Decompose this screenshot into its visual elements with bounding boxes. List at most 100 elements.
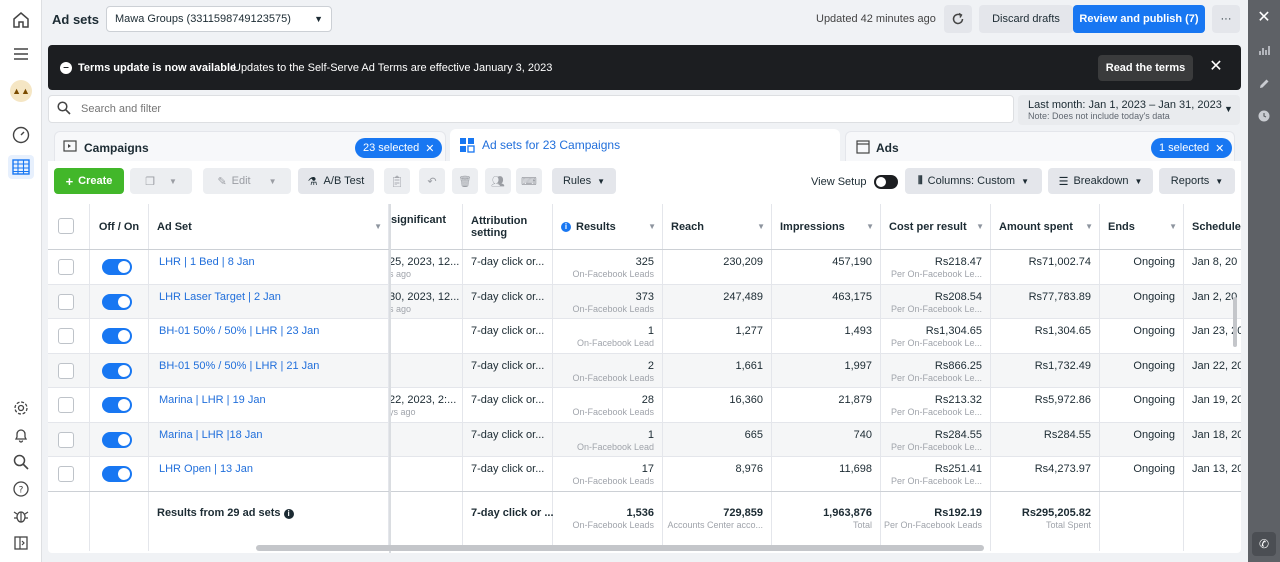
select-all-checkbox[interactable] <box>58 218 74 234</box>
table-row[interactable]: LHR Laser Target | 2 Jan 30, 2023, 12... s… <box>48 284 1241 319</box>
pencil-icon[interactable] <box>1256 78 1272 94</box>
audience-button[interactable]: 👥︎ <box>485 168 511 194</box>
date-range-picker[interactable]: Last month: Jan 1, 2023 – Jan 31, 2023 N… <box>1018 95 1240 125</box>
col-header-off-on[interactable]: Off / On <box>90 204 149 249</box>
table-icon[interactable] <box>8 155 34 179</box>
info-icon[interactable]: i <box>283 509 294 519</box>
table-row[interactable]: BH-01 50% / 50% | LHR | 21 Jan 7-day clic… <box>48 353 1241 388</box>
row-checkbox[interactable] <box>58 293 74 310</box>
discard-drafts-button[interactable]: Discard drafts <box>979 5 1073 33</box>
cost-per-result-value: Rs1,304.65 <box>925 325 982 337</box>
col-header-schedule[interactable]: Schedule <box>1184 204 1241 249</box>
ab-test-button[interactable]: ⚗ A/B Test <box>298 168 374 194</box>
col-header-results[interactable]: i Results ▼ <box>553 204 663 249</box>
clear-selection-icon[interactable]: ✕ <box>1215 142 1224 155</box>
view-setup-toggle[interactable] <box>874 175 898 189</box>
table-row[interactable]: Marina | LHR | 19 Jan 22, 2023, 2:... ys a… <box>48 388 1241 423</box>
bug-icon[interactable] <box>11 506 31 526</box>
tab-ad-sets[interactable]: Ad sets for 23 Campaigns <box>450 129 840 163</box>
ads-selected-pill[interactable]: 1 selected ✕ <box>1151 138 1233 158</box>
phone-icon[interactable]: ✆ <box>1252 532 1276 556</box>
rules-button[interactable]: Rules ▼ <box>552 168 616 194</box>
edit-button[interactable]: ✎ Edit ▼ <box>203 168 291 194</box>
ends-value: Ongoing <box>1133 428 1175 441</box>
campaigns-selected-pill[interactable]: 23 selected ✕ <box>355 138 443 158</box>
horizontal-scrollbar[interactable] <box>256 545 984 551</box>
row-checkbox[interactable] <box>58 328 74 344</box>
significant-value: 25, 2023, 12... <box>389 256 460 268</box>
undo-button[interactable]: ↶ <box>419 168 445 194</box>
ad-set-on-off-toggle[interactable] <box>102 466 132 482</box>
read-terms-button[interactable]: Read the terms <box>1098 55 1193 81</box>
search-input[interactable] <box>81 100 981 118</box>
gauge-icon[interactable] <box>11 125 31 145</box>
ad-set-name-link[interactable]: Marina | LHR | 19 Jan <box>159 394 266 406</box>
ad-set-name-cell: Marina | LHR | 19 Jan <box>149 388 389 422</box>
ad-set-on-off-toggle[interactable] <box>102 431 132 448</box>
create-button[interactable]: + Create <box>54 168 124 194</box>
delete-button[interactable]: 🗑︎ <box>452 168 478 194</box>
ad-set-name-link[interactable]: LHR Laser Target | 2 Jan <box>159 291 281 303</box>
account-avatar[interactable]: ▲▲ <box>10 80 32 102</box>
bar-chart-icon[interactable] <box>1256 44 1272 60</box>
ad-set-name-link[interactable]: BH-01 50% / 50% | LHR | 21 Jan <box>159 360 319 372</box>
ad-set-on-off-toggle[interactable] <box>102 293 132 310</box>
clear-selection-icon[interactable]: ✕ <box>425 142 434 155</box>
row-checkbox[interactable] <box>58 259 74 275</box>
account-select[interactable]: Mawa Groups (3311598749123575) ▼ <box>106 6 332 32</box>
home-icon[interactable] <box>11 10 31 30</box>
reports-button[interactable]: Reports ▼ <box>1159 168 1235 194</box>
ad-set-on-off-toggle[interactable] <box>102 259 132 275</box>
more-options-button[interactable]: ··· <box>1212 5 1240 33</box>
row-checkbox[interactable] <box>58 362 74 379</box>
ad-set-name-link[interactable]: LHR Open | 13 Jan <box>159 463 253 475</box>
ends-cell: Ongoing <box>1100 250 1184 284</box>
col-header-cost-per-result[interactable]: Cost per result ▼ <box>881 204 991 249</box>
help-icon[interactable]: ? <box>11 479 31 499</box>
vertical-scrollbar[interactable] <box>1233 297 1237 347</box>
ad-set-on-off-toggle[interactable] <box>102 362 132 379</box>
ad-set-name-link[interactable]: LHR | 1 Bed | 8 Jan <box>159 256 255 268</box>
col-header-attribution[interactable]: Attribution setting <box>463 204 553 249</box>
table-row[interactable]: LHR Open | 13 Jan 7-day click or... 17 On-F… <box>48 457 1241 492</box>
schedule-cell: Jan 22, 20 <box>1184 354 1241 388</box>
col-header-impressions[interactable]: Impressions ▼ <box>772 204 881 249</box>
ends-value: Ongoing <box>1133 463 1175 475</box>
col-header-amount-spent[interactable]: Amount spent ▼ <box>991 204 1100 249</box>
ad-set-name-link[interactable]: Marina | LHR |18 Jan <box>159 429 263 441</box>
preview-button[interactable]: ⌨ <box>516 168 542 194</box>
clipboard-button[interactable]: 📋︎ <box>384 168 410 194</box>
tab-campaigns[interactable]: Campaigns 23 selected ✕ <box>54 131 446 163</box>
bell-icon[interactable] <box>11 425 31 445</box>
tab-ads[interactable]: Ads 1 selected ✕ <box>845 131 1235 163</box>
significant-sub: s ago <box>389 269 412 279</box>
folder-icon <box>63 140 77 155</box>
duplicate-button[interactable]: ❐ ▼ <box>130 168 192 194</box>
settings-icon[interactable] <box>11 398 31 418</box>
col-header-reach[interactable]: Reach ▼ <box>663 204 772 249</box>
table-row[interactable]: BH-01 50% / 50% | LHR | 23 Jan 7-day clic… <box>48 319 1241 354</box>
row-checkbox[interactable] <box>58 466 74 482</box>
table-row[interactable]: Marina | LHR |18 Jan 7-day click or... 1 On… <box>48 422 1241 457</box>
clock-icon[interactable] <box>1256 110 1272 126</box>
menu-icon[interactable] <box>11 44 31 64</box>
panel-icon[interactable] <box>11 533 31 553</box>
col-header-ad-set[interactable]: Ad Set ▼ <box>149 204 389 249</box>
refresh-button[interactable] <box>944 5 972 33</box>
table-row[interactable]: LHR | 1 Bed | 8 Jan 25, 2023, 12... s ago 7… <box>48 250 1241 285</box>
search-icon[interactable] <box>11 452 31 472</box>
ad-set-on-off-toggle[interactable] <box>102 397 132 413</box>
col-header-ends[interactable]: Ends ▼ <box>1100 204 1184 249</box>
row-checkbox[interactable] <box>58 431 74 448</box>
ad-set-on-off-toggle[interactable] <box>102 328 132 344</box>
row-toggle-cell <box>90 422 149 456</box>
review-and-publish-button[interactable]: Review and publish (7) <box>1073 5 1205 33</box>
col-header-significant[interactable]: significant <box>391 204 463 249</box>
breakdown-button[interactable]: ☰ Breakdown ▼ <box>1048 168 1153 194</box>
close-icon[interactable]: ✕ <box>1252 6 1276 30</box>
close-icon[interactable]: ✕ <box>1206 57 1226 77</box>
ad-set-name-link[interactable]: BH-01 50% / 50% | LHR | 23 Jan <box>159 325 319 337</box>
reach-value: 8,976 <box>735 463 763 475</box>
columns-button[interactable]: ⫴ Columns: Custom ▼ <box>905 168 1042 194</box>
row-checkbox[interactable] <box>58 397 74 413</box>
